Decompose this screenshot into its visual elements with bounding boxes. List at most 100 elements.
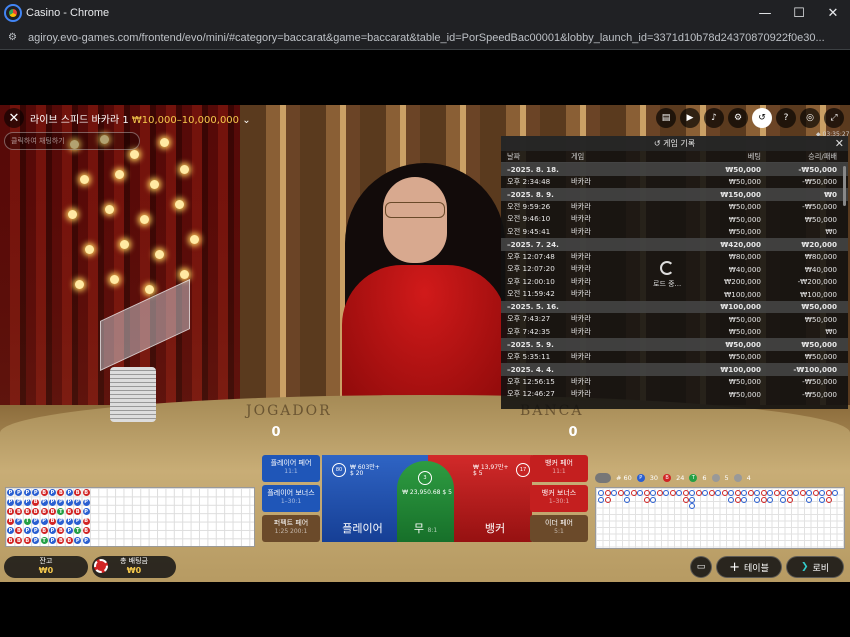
settings-icon[interactable]: ⚙ [728,108,748,128]
history-time: 오후 7:42:35 [507,326,551,336]
chevron-down-icon[interactable]: ⌄ [242,115,250,126]
bead-b: B [23,508,31,516]
history-game: 바카라 [571,326,591,336]
tie-bet[interactable]: 3 ₩ 23,950.68 $ 5 무 8:1 [397,461,454,542]
lobby-button[interactable]: ❯ 로비 [786,556,844,578]
bead-p: P [74,537,82,544]
player-pair-bet[interactable]: 플레이어 페어 11:1 [262,455,320,482]
history-row[interactable]: 오후 7:42:35 바카라 ₩50,000 ₩0 [501,326,848,339]
history-time: 오후 5:35:11 [507,351,551,361]
lamp-light [130,150,139,159]
bead-p: P [74,517,82,525]
lamp-light [150,180,159,189]
chat-icon[interactable]: ▤ [656,108,676,128]
big-road-banker [786,490,793,496]
bead-t: T [23,517,31,525]
big-road-player [598,490,604,496]
fullscreen-icon[interactable]: ◎ [800,108,820,128]
big-road-player [728,496,734,503]
bead-p: P [23,489,31,496]
bead-road[interactable]: PPBBPBPPBPBBPPBTPBPBBPPPBPBPBTPPBBPPBPTP… [5,487,255,547]
table-button[interactable]: + 테이블 [716,556,782,578]
close-history-button[interactable]: ✕ [835,137,844,150]
dealer-face [383,177,447,263]
chat-input[interactable]: 클릭하여 채팅하기 [4,132,140,150]
road-toggle[interactable] [595,473,611,483]
lamp-light [180,270,189,279]
bead-p: P [7,489,14,496]
history-result: ₩80,000 [804,252,837,262]
player-pair-odds: 11:1 [284,468,298,475]
lobby-button-label: 로비 [812,563,830,574]
player-pair-dot-icon [711,474,720,482]
lamp-light [80,175,89,184]
history-row[interactable]: 오전 9:59:26 바카라 ₩50,000 -₩50,000 [501,201,848,214]
either-pair-bet[interactable]: 이더 페어 5:1 [530,515,588,542]
address-bar[interactable]: ⚙ agiroy.evo-games.com/frontend/evo/mini… [0,26,850,50]
chat-bubble-button[interactable]: ▭ [690,556,712,578]
url-text[interactable]: agiroy.evo-games.com/frontend/evo/mini/#… [28,32,848,44]
history-game: 바카라 [571,176,591,186]
big-road-player [663,490,669,496]
history-title: 게임 기록 [663,139,696,148]
player-pair-count: 5 [724,474,729,482]
banker-bonus-bet[interactable]: 뱅커 보너스 1–30:1 [530,485,588,512]
history-row[interactable]: 오후 7:43:27 바카라 ₩50,000 ₩50,000 [501,313,848,326]
big-road-player [702,490,708,496]
tie-odds: 8:1 [427,527,438,534]
big-road-player [624,496,630,503]
bead-b: B [7,508,14,516]
history-date-row: –2025. 7. 24. ₩420,000 ₩20,000 [501,238,848,251]
window-title: Casino - Chrome [26,7,110,19]
bead-p: P [65,517,73,525]
bead-p: P [23,498,31,506]
history-game: 바카라 [571,276,591,286]
history-bet: ₩50,000 [728,389,761,399]
col-bet: 베팅 [747,151,761,161]
history-date-row: –2025. 8. 9. ₩150,000 ₩0 [501,188,848,201]
history-time: –2025. 7. 24. [507,239,559,249]
history-row[interactable]: 오후 12:46:27 바카라 ₩50,000 -₩50,000 [501,388,848,401]
history-icon[interactable]: ↺ [752,108,772,128]
history-row[interactable]: 오전 11:59:42 바카라 ₩100,000 ₩100,000 [501,288,848,301]
player-bonus-bet[interactable]: 플레이어 보너스 1–30:1 [262,485,320,512]
history-bet: ₩50,000 [728,177,761,187]
help-icon[interactable]: ? [776,108,796,128]
volume-icon[interactable]: ♪ [704,108,724,128]
history-row[interactable]: 오후 2:34:48 바카라 ₩50,000 -₩50,000 [501,176,848,189]
history-row[interactable]: 오후 12:56:15 바카라 ₩50,000 -₩50,000 [501,376,848,389]
maximize-button[interactable]: ☐ [782,0,816,26]
history-row[interactable]: 오후 5:35:11 바카라 ₩50,000 ₩50,000 [501,351,848,364]
close-window-button[interactable]: ✕ [816,0,850,26]
history-bet: ₩50,000 [728,214,761,224]
expand-icon[interactable]: ⤢ [824,108,844,128]
history-result: -₩50,000 [798,164,837,174]
banker-stat-count: $ 5 [473,470,483,477]
history-row[interactable]: 오전 9:45:41 바카라 ₩50,000 ₩0 [501,226,848,239]
bead-p: P [40,517,48,525]
big-road-banker [643,490,650,496]
perfect-pair-bet[interactable]: 퍼펙트 페어 1:25 200:1 [262,515,320,542]
bet-limits[interactable]: ₩10,000–10,000,000 [132,115,239,126]
site-settings-icon[interactable]: ⚙ [8,32,20,43]
history-date-row: –2025. 5. 9. ₩50,000 ₩50,000 [501,338,848,351]
banker-pair-bet[interactable]: 뱅커 페어 11:1 [530,455,588,482]
big-road[interactable] [595,487,845,549]
bead-p: P [15,517,23,525]
history-time: 오후 12:07:20 [507,264,555,274]
big-road-player [819,496,825,503]
history-game: 바카라 [571,251,591,261]
minimize-button[interactable]: — [748,0,782,26]
big-road-banker [643,496,650,503]
video-icon[interactable]: ▶ [680,108,700,128]
close-game-button[interactable]: ✕ [4,108,24,128]
history-row[interactable]: 오전 9:46:10 바카라 ₩50,000 ₩50,000 [501,213,848,226]
bead-p: P [74,498,82,506]
banker-percent: 17 [516,463,530,477]
history-bet: ₩50,000 [725,164,761,174]
balance-label: 잔고 [39,557,53,565]
game-stage: JOGADOR BANCA 0 0 ✕ 라이브 스피드 바카라 1 ₩10,00… [0,105,850,582]
history-scrollbar[interactable] [843,166,846,206]
big-road-banker [760,496,767,503]
lamp-light [155,250,164,259]
